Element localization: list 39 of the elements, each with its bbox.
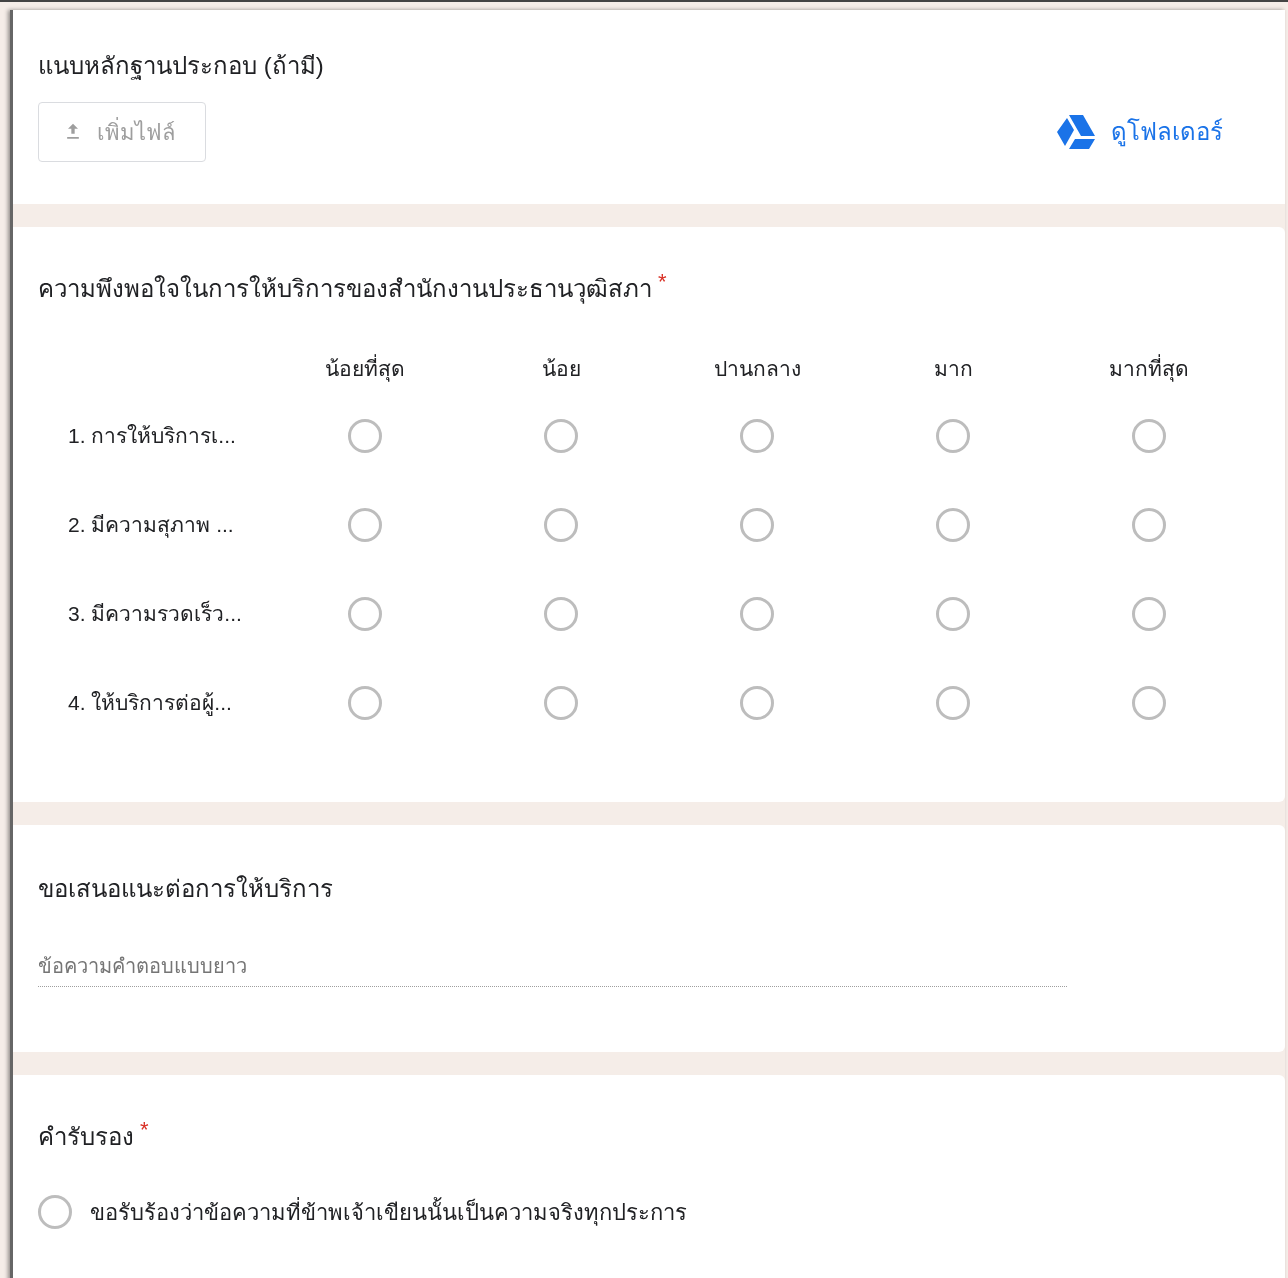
row-label: 4. ให้บริการต่อผู้... (68, 689, 232, 718)
question-title: คำรับรอง (38, 1122, 134, 1152)
radio-button[interactable] (348, 685, 382, 720)
question-title: แนบหลักฐานประกอบ (ถ้ามี) (38, 51, 325, 82)
column-header: ปานกลาง (713, 356, 801, 383)
radio-button[interactable] (740, 418, 774, 453)
radio-button[interactable] (348, 596, 382, 631)
column-header: มาก (933, 356, 973, 383)
question-title: ขอเสนอแนะต่อการให้บริการ (38, 874, 334, 904)
radio-button[interactable] (38, 1195, 72, 1229)
column-header: มากที่สุด (1109, 353, 1189, 385)
radio-button[interactable] (544, 507, 578, 542)
radio-button[interactable] (544, 418, 578, 453)
radio-button[interactable] (936, 685, 970, 720)
triangle-icon (1057, 115, 1095, 149)
radio-button[interactable] (1132, 596, 1166, 631)
radio-button[interactable] (936, 418, 970, 453)
required-mark: * (140, 1119, 149, 1141)
radio-button[interactable] (544, 685, 578, 720)
column-header: น้อย (541, 356, 581, 383)
radio-button[interactable] (544, 596, 578, 631)
radio-button[interactable] (740, 596, 774, 631)
radio-button[interactable] (348, 507, 382, 542)
radio-button[interactable] (740, 685, 774, 720)
radio-button[interactable] (348, 418, 382, 453)
radio-button[interactable] (1132, 418, 1166, 453)
radio-button[interactable] (740, 507, 774, 542)
question-title: ความพึงพอใจในการให้บริการของสำนักงานประธานวุฒิสภา (38, 274, 652, 306)
radio-button[interactable] (936, 596, 970, 631)
column-header: น้อยที่สุด (325, 353, 405, 385)
option-label: ขอรับร้องว่าข้อความที่ข้าพเจ้าเขียนนั้นเป็นความจริงทุกประการ (90, 1196, 687, 1228)
radio-button[interactable] (936, 507, 970, 542)
row-label: 2. มีความสุภาพ ... (68, 511, 234, 540)
radio-button[interactable] (1132, 507, 1166, 542)
answer-field[interactable]: ข้อความคำตอบแบบยาว (38, 947, 1067, 987)
row-label: 1. การให้บริการเ... (68, 422, 236, 449)
row-label: 3. มีความรวดเร็ว... (68, 599, 242, 627)
radio-button[interactable] (1132, 685, 1166, 720)
required-mark: * (658, 271, 667, 293)
